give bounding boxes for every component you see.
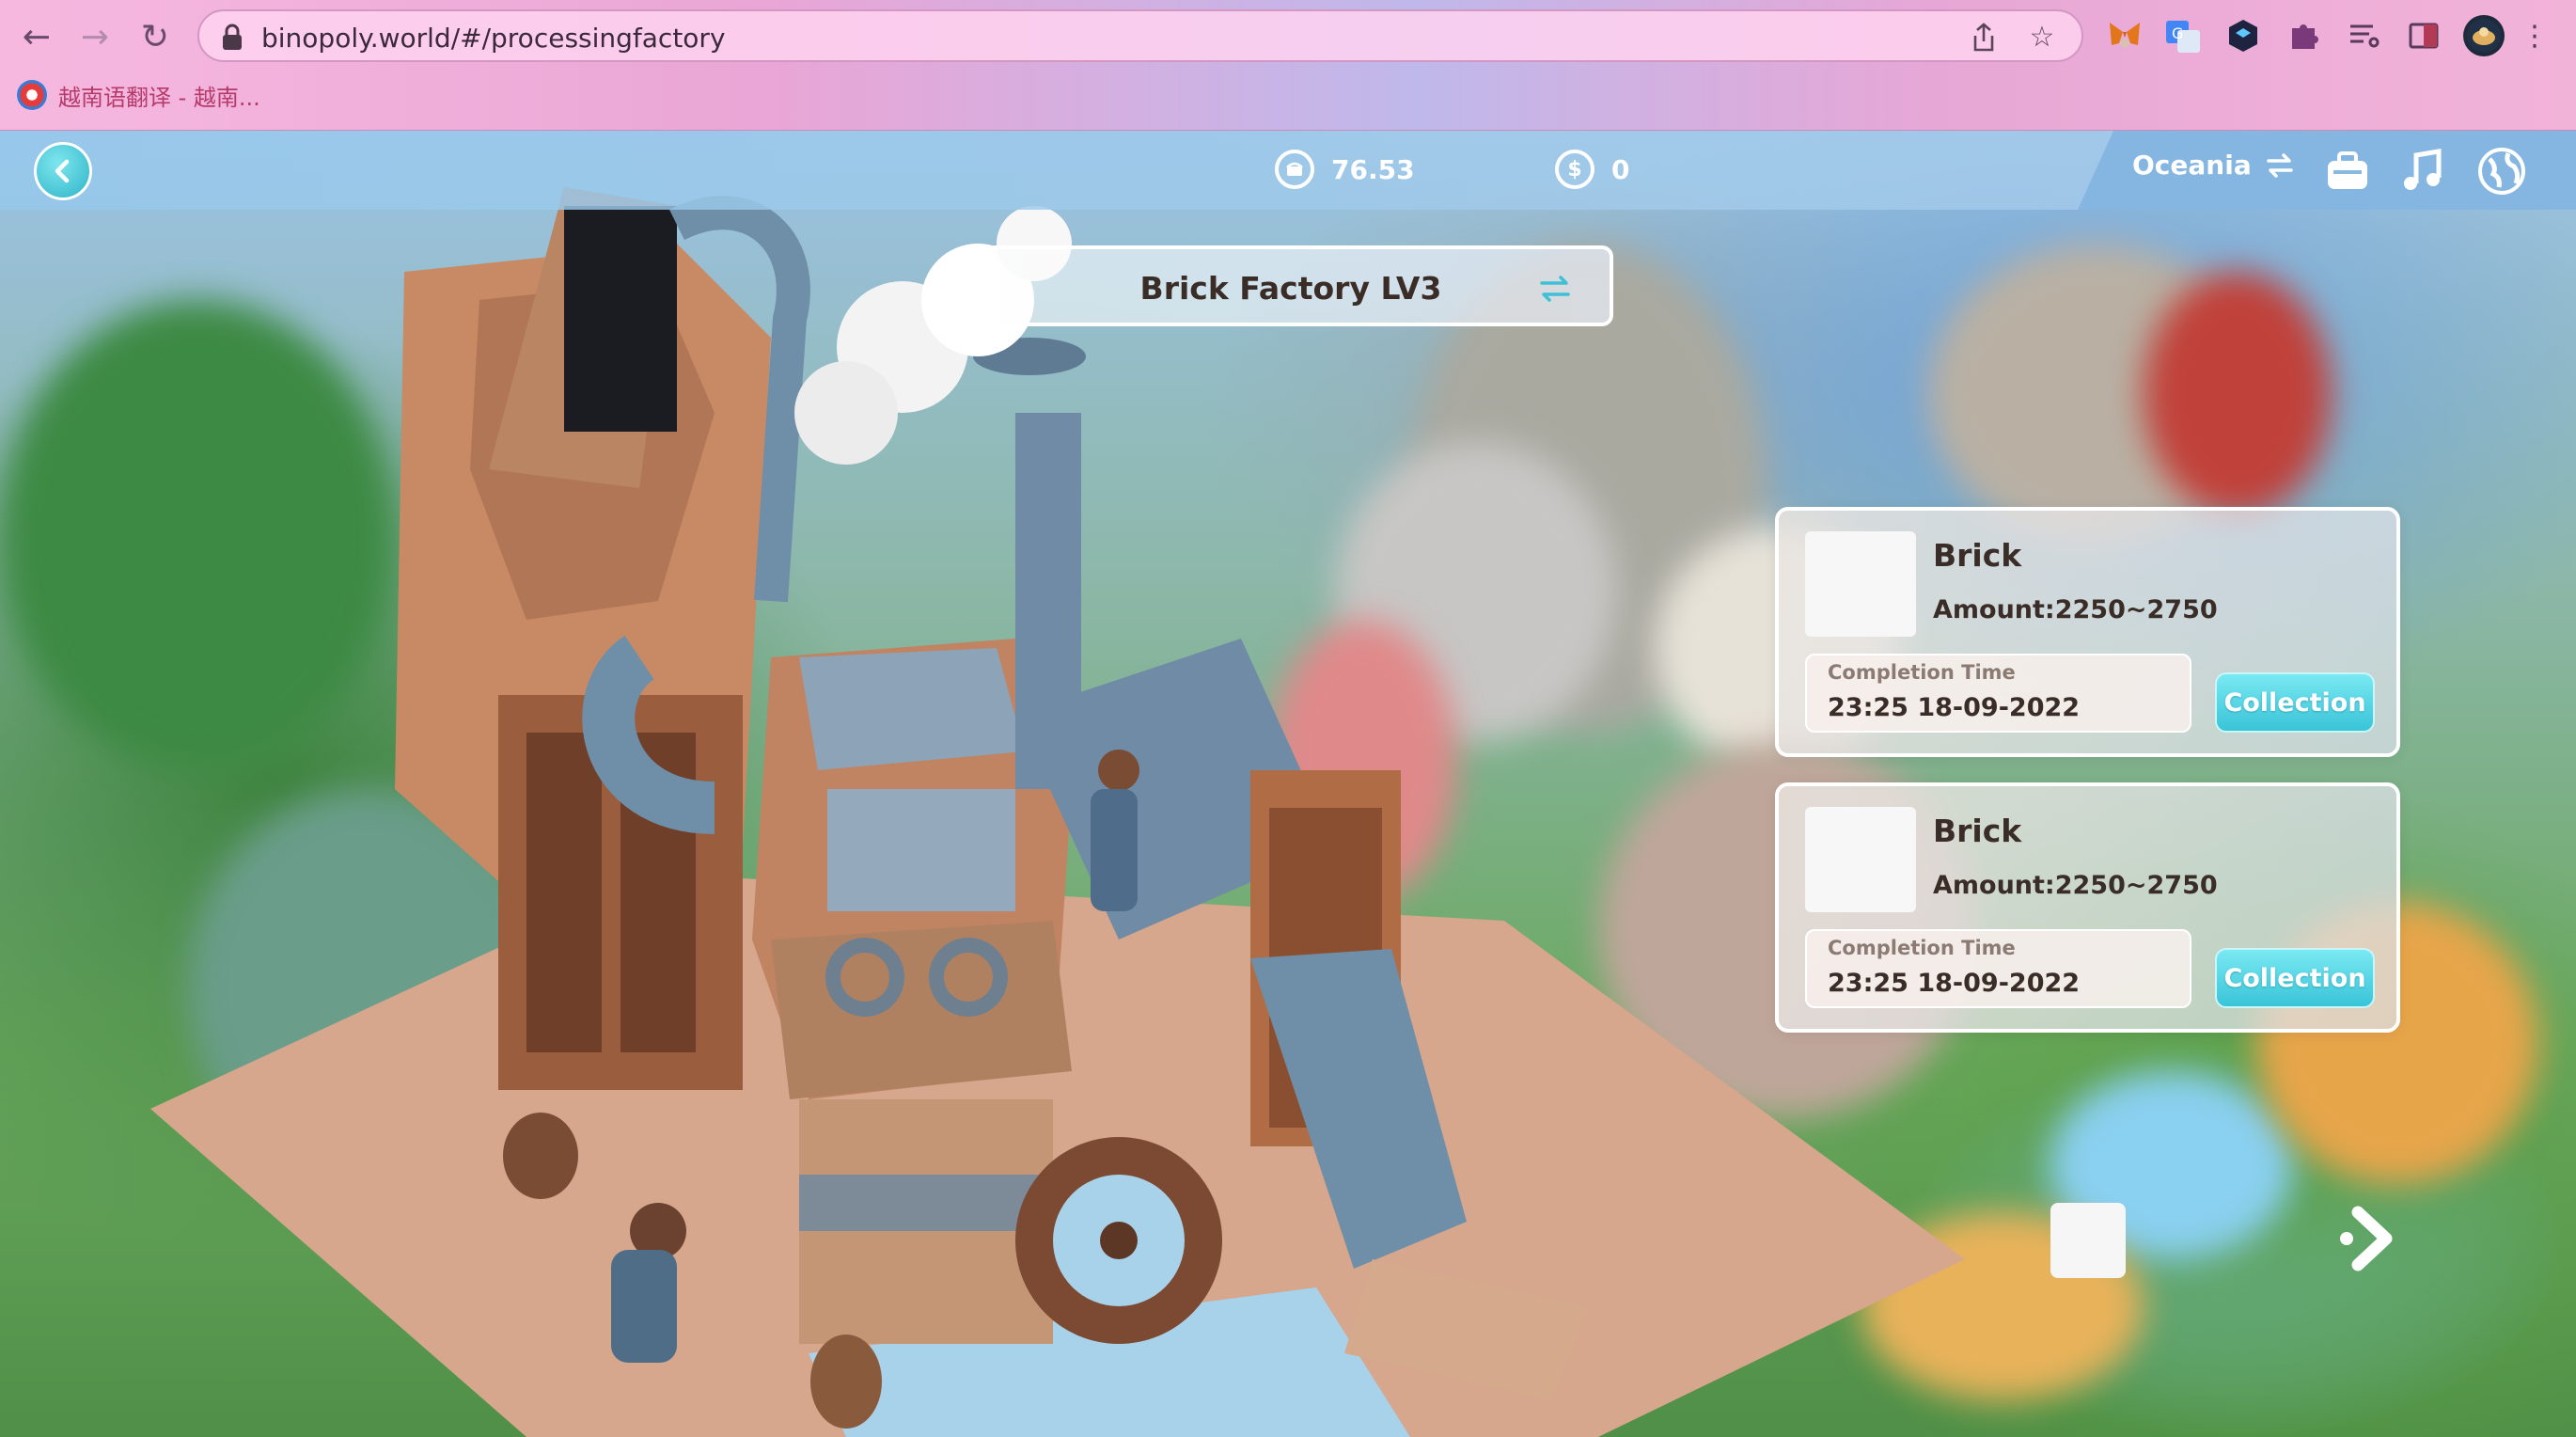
order-amount: Amount:2250~2750 <box>1933 595 2218 624</box>
address-bar[interactable]: binopoly.world/#/processingfactory ☆ <box>197 9 2083 62</box>
order-card: Brick Amount:2250~2750 Completion Time 2… <box>1775 507 2400 757</box>
collection-button[interactable]: Collection <box>2215 672 2375 733</box>
completion-time-box: Completion Time 23:25 18-09-2022 <box>1805 929 2191 1008</box>
swap-icon <box>2266 152 2293 178</box>
secondary-balance: $ 0 <box>1555 150 1629 189</box>
order-card: Brick Amount:2250~2750 Completion Time 2… <box>1775 782 2400 1033</box>
completion-time-value: 23:25 18-09-2022 <box>1828 693 2081 722</box>
factory-title-panel: Brick Factory LV3 <box>968 245 1613 326</box>
reading-list-icon[interactable] <box>2343 15 2384 56</box>
back-button[interactable] <box>34 142 92 200</box>
star-icon[interactable]: ☆ <box>2025 21 2059 55</box>
bookmark-favicon-icon <box>17 80 47 110</box>
lock-icon <box>223 24 242 50</box>
chest-icon <box>1275 150 1314 189</box>
svg-text:G: G <box>2172 24 2183 42</box>
reload-icon[interactable]: ↻ <box>132 13 179 60</box>
wallet-extension-icon[interactable] <box>2223 15 2264 56</box>
order-item-name: Brick <box>1933 813 2022 849</box>
region-label: Oceania <box>2132 150 2252 181</box>
brick-item-thumbnail <box>1805 531 1916 637</box>
menu-dots-icon[interactable]: ⋮ <box>2521 15 2549 56</box>
factory-title: Brick Factory LV3 <box>1139 270 1442 307</box>
bookmark-label: 越南语翻译 - 越南... <box>58 84 260 111</box>
globe-icon[interactable] <box>2476 146 2527 197</box>
back-arrow-icon[interactable]: ← <box>13 13 60 60</box>
collection-button[interactable]: Collection <box>2215 948 2375 1008</box>
order-amount: Amount:2250~2750 <box>1933 871 2218 900</box>
item-slot[interactable] <box>2050 1203 2126 1278</box>
completion-time-label: Completion Time <box>1828 937 2016 959</box>
back-chevron-icon <box>55 159 70 183</box>
music-icon[interactable] <box>2397 146 2448 197</box>
next-arrow-icon[interactable] <box>2337 1205 2401 1272</box>
metamask-icon[interactable] <box>2104 15 2145 56</box>
share-icon[interactable] <box>1967 21 2001 55</box>
dollar-coin-icon: $ <box>1555 150 1594 189</box>
puzzle-icon[interactable] <box>2283 15 2324 56</box>
backpack-icon[interactable] <box>2322 146 2373 197</box>
brick-item-thumbnail <box>1805 807 1916 912</box>
completion-time-value: 23:25 18-09-2022 <box>1828 969 2081 998</box>
browser-chrome: ← → ↻ binopoly.world/#/processingfactory… <box>0 0 2576 131</box>
url-text: binopoly.world/#/processingfactory <box>261 23 726 54</box>
side-panel-icon[interactable] <box>2403 15 2444 56</box>
completion-time-label: Completion Time <box>1828 661 2016 684</box>
completion-time-box: Completion Time 23:25 18-09-2022 <box>1805 654 2191 733</box>
forward-arrow-icon[interactable]: → <box>71 13 118 60</box>
profile-avatar-icon[interactable] <box>2463 15 2505 56</box>
primary-balance-value: 76.53 <box>1331 153 1415 185</box>
region-selector[interactable]: Oceania <box>2132 150 2295 181</box>
translate-icon[interactable]: G <box>2162 15 2204 56</box>
order-item-name: Brick <box>1933 537 2022 574</box>
switch-factory-icon[interactable] <box>1538 274 1572 304</box>
secondary-balance-value: 0 <box>1611 153 1630 185</box>
game-scene: 76.53 $ 0 Oceania Brick Factory LV3 Bric… <box>0 131 2576 1437</box>
bookmark-item[interactable]: 越南语翻译 - 越南... <box>17 79 260 111</box>
primary-balance: 76.53 <box>1275 150 1415 189</box>
